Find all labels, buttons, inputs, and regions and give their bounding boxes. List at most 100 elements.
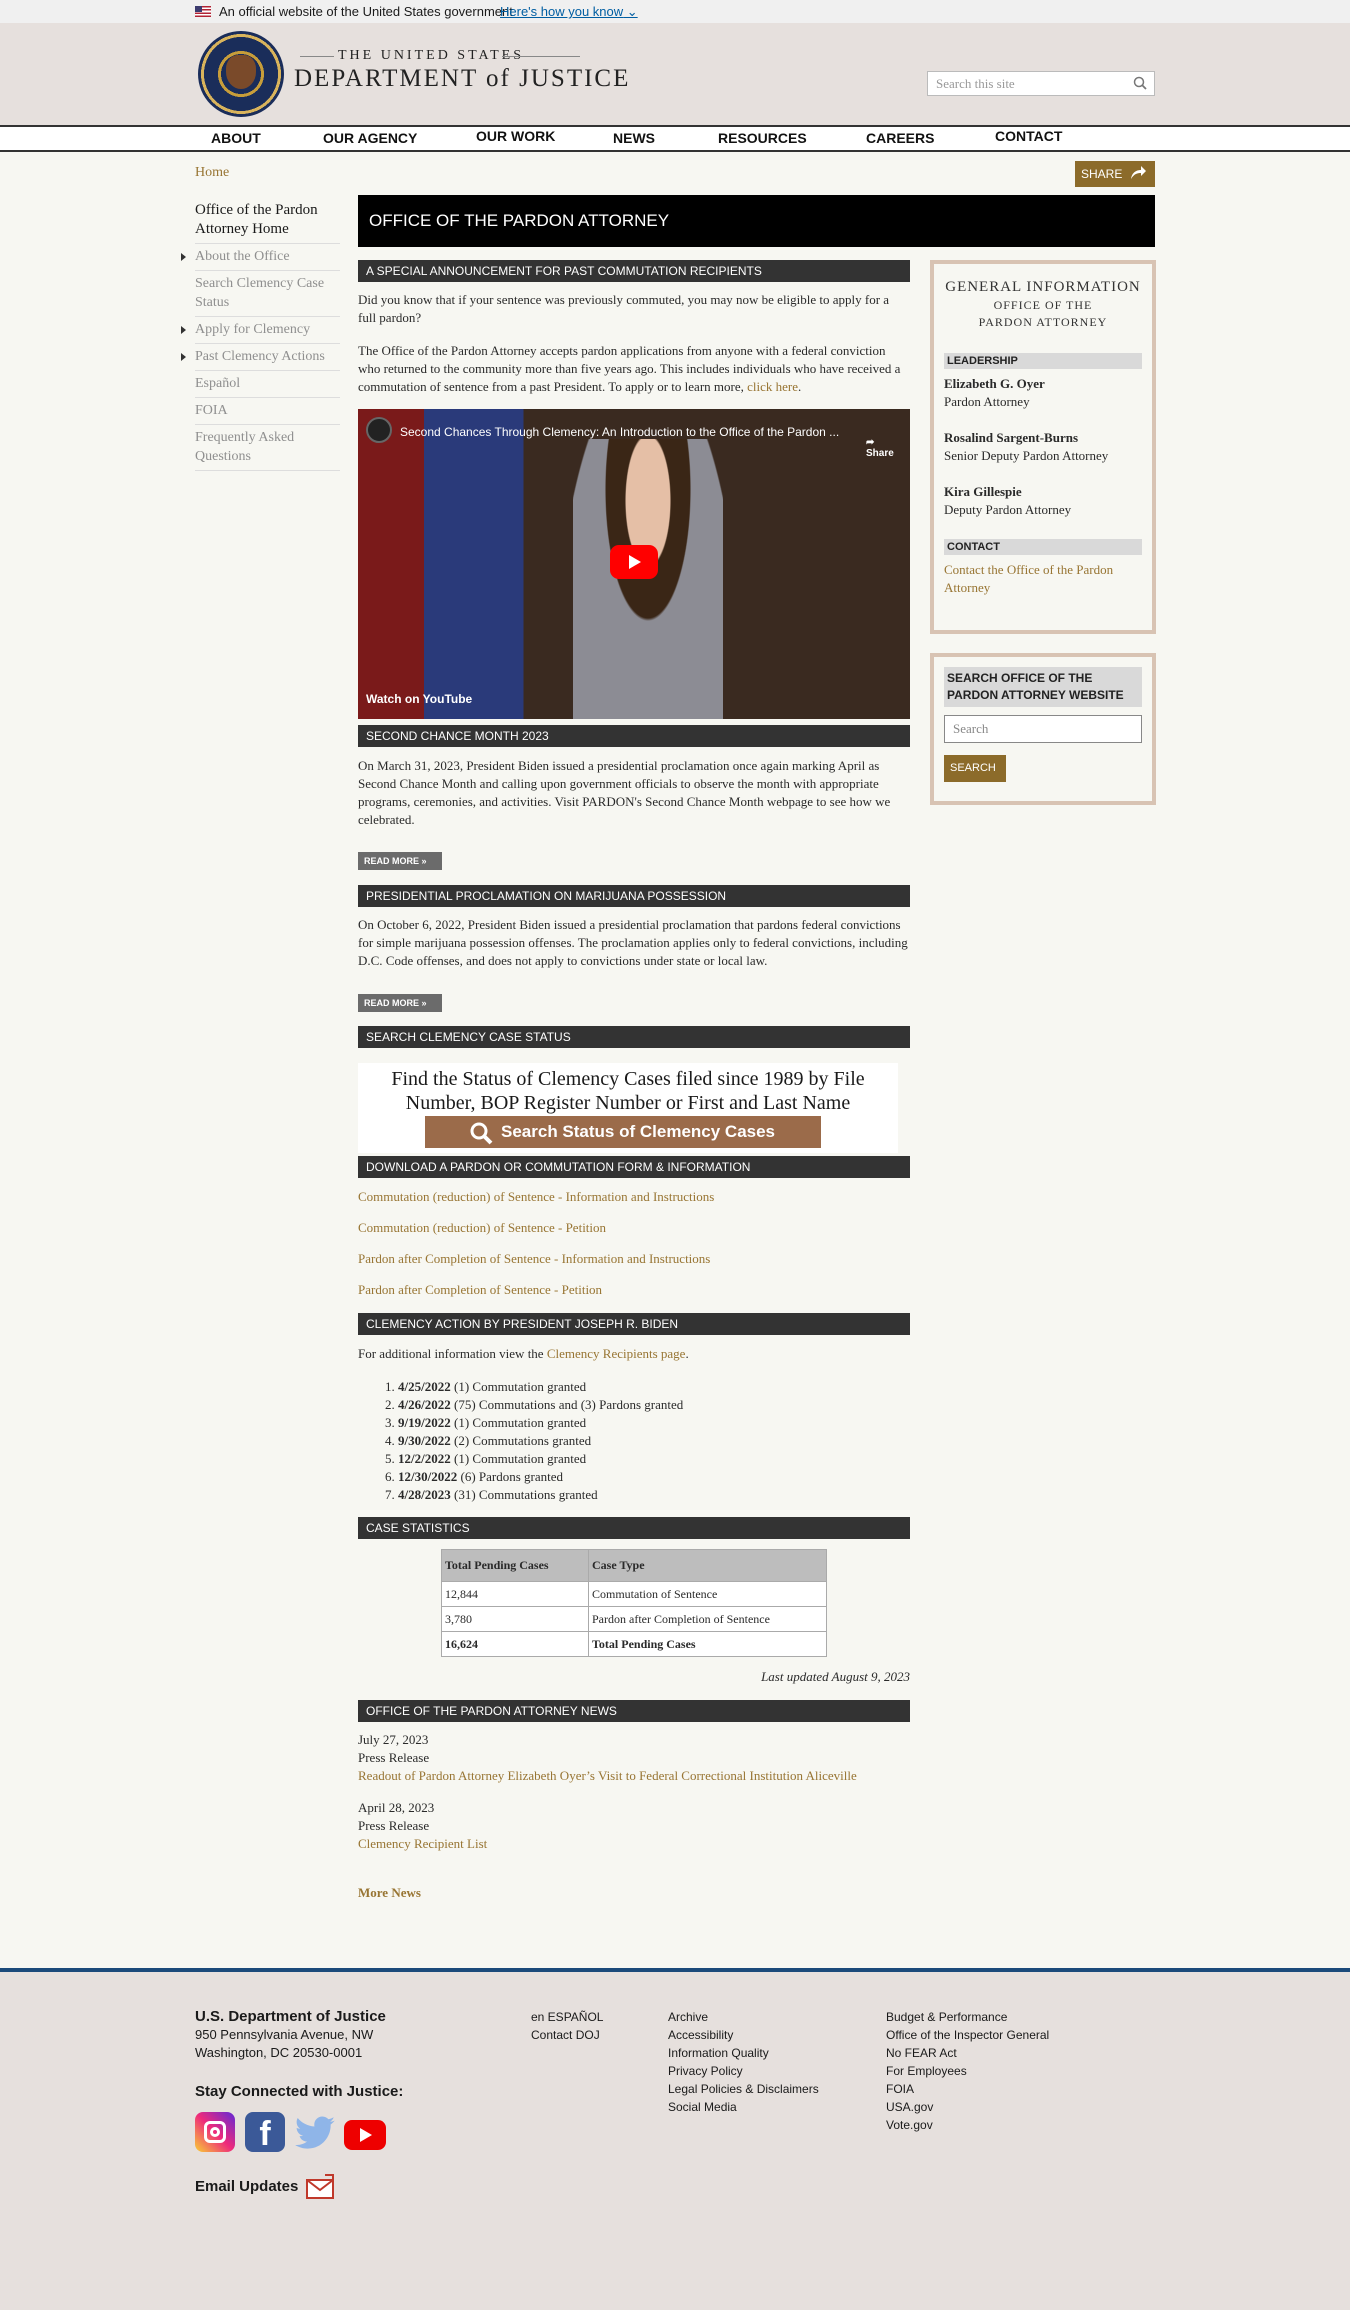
- clemency-search-banner[interactable]: Find the Status of Clemency Cases filed …: [358, 1063, 898, 1153]
- twitter-icon[interactable]: [293, 2116, 337, 2152]
- read-more-button[interactable]: READ MORE »: [358, 852, 442, 870]
- nav-news[interactable]: NEWS: [613, 130, 655, 146]
- contact-heading: CONTACT: [944, 539, 1142, 555]
- footer-link[interactable]: Office of the Inspector General: [886, 2026, 1049, 2044]
- footer-org: U.S. Department of Justice: [195, 2008, 386, 2025]
- video-title[interactable]: Second Chances Through Clemency: An Intr…: [400, 425, 839, 439]
- left-sidebar-nav: Office of the Pardon Attorney Home About…: [181, 198, 340, 471]
- footer-link[interactable]: Accessibility: [668, 2026, 819, 2044]
- site-search-input[interactable]: Search this site: [927, 71, 1155, 96]
- facebook-icon[interactable]: f: [245, 2112, 285, 2153]
- nav-about[interactable]: ABOUT: [211, 130, 261, 146]
- nav-contact[interactable]: CONTACT: [995, 128, 1062, 144]
- footer-link[interactable]: Legal Policies & Disclaimers: [668, 2080, 819, 2098]
- news-title-link[interactable]: Readout of Pardon Attorney Elizabeth Oye…: [358, 1768, 857, 1783]
- form-link[interactable]: Pardon after Completion of Sentence - Pe…: [358, 1282, 602, 1298]
- sidebar-item-past-actions[interactable]: Past Clemency Actions: [181, 344, 340, 371]
- breadcrumb-home[interactable]: Home: [195, 165, 229, 181]
- footer-link[interactable]: Vote.gov: [886, 2116, 1049, 2134]
- footer-link[interactable]: Privacy Policy: [668, 2062, 819, 2080]
- email-icon[interactable]: [305, 2174, 335, 2202]
- instagram-icon[interactable]: [195, 2112, 235, 2152]
- page-title: OFFICE OF THE PARDON ATTORNEY: [358, 195, 1155, 247]
- section-heading-news: OFFICE OF THE PARDON ATTORNEY NEWS: [358, 1700, 910, 1722]
- nav-our-work[interactable]: OUR WORK: [476, 128, 555, 144]
- clemency-search-banner-text: Find the Status of Clemency Cases filed …: [391, 1068, 865, 1114]
- footer-link[interactable]: Archive: [668, 2008, 819, 2026]
- case-statistics-table: Total Pending Cases Case Type 12,844 Commu…: [441, 1549, 827, 1657]
- play-button-icon[interactable]: [610, 545, 658, 579]
- more-news-link[interactable]: More News: [358, 1884, 910, 1902]
- form-link[interactable]: Commutation (reduction) of Sentence - Pe…: [358, 1220, 606, 1236]
- table-cell: Pardon after Completion of Sentence: [588, 1606, 827, 1632]
- form-link[interactable]: Pardon after Completion of Sentence - In…: [358, 1251, 710, 1267]
- footer-link[interactable]: Budget & Performance: [886, 2008, 1049, 2026]
- clemency-action-list: 1. 4/25/2022 (1) Commutation granted 2. …: [385, 1378, 683, 1504]
- list-item: 1. 4/25/2022 (1) Commutation granted: [385, 1379, 587, 1394]
- footer-link[interactable]: USA.gov: [886, 2098, 1049, 2116]
- leader: Elizabeth G. Oyer Pardon Attorney: [944, 376, 1045, 409]
- footer-link[interactable]: For Employees: [886, 2062, 1049, 2080]
- sidebar-item-foia[interactable]: FOIA: [195, 398, 340, 425]
- form-link[interactable]: Commutation (reduction) of Sentence - In…: [358, 1189, 714, 1205]
- section-heading-biden: CLEMENCY ACTION BY PRESIDENT JOSEPH R. B…: [358, 1313, 910, 1335]
- channel-logo-icon[interactable]: [366, 417, 392, 443]
- sidebar-search-input[interactable]: Search: [944, 715, 1142, 743]
- col-header: Total Pending Cases: [441, 1549, 589, 1582]
- click-here-link[interactable]: click here: [747, 379, 798, 394]
- footer-address: U.S. Department of Justice 950 Pennsylva…: [195, 2008, 386, 2062]
- sidebar-item-search-status[interactable]: Search Clemency Case Status: [195, 271, 340, 317]
- sidebar-search-button[interactable]: SEARCH: [944, 755, 1006, 782]
- doj-seal-logo[interactable]: [198, 31, 284, 117]
- stay-connected: Stay Connected with Justice:: [195, 2083, 404, 2100]
- list-item: 3. 9/19/2022 (1) Commutation granted: [385, 1415, 587, 1430]
- table-cell: 12,844: [441, 1581, 589, 1607]
- share-button[interactable]: SHARE: [1075, 161, 1155, 187]
- search-icon[interactable]: [1133, 76, 1147, 90]
- announcement-text-2: The Office of the Pardon Attorney accept…: [358, 343, 901, 394]
- second-chance-text: On March 31, 2023, President Biden issue…: [358, 758, 891, 827]
- nav-our-agency[interactable]: OUR AGENCY: [323, 130, 417, 146]
- list-item: 6. 12/30/2022 (6) Pardons granted: [385, 1469, 564, 1484]
- youtube-video[interactable]: Second Chances Through Clemency: An Intr…: [358, 409, 910, 719]
- heres-how-you-know-link[interactable]: Here's how you know ⌄: [500, 4, 638, 20]
- clemency-recipients-link[interactable]: Clemency Recipients page: [547, 1346, 686, 1361]
- video-share-button[interactable]: ➦ Share: [866, 437, 894, 459]
- news-item: July 27, 2023 Press Release Readout of P…: [358, 1731, 910, 1785]
- main-nav: ABOUT OUR AGENCY OUR WORK NEWS RESOURCES…: [0, 125, 1350, 152]
- gi-subtitle: OFFICE OF THE: [993, 298, 1093, 312]
- sidebar-item-apply[interactable]: Apply for Clemency: [181, 317, 340, 344]
- sidebar-item-faq[interactable]: Frequently Asked Questions: [195, 425, 340, 471]
- sidebar-item-about[interactable]: About the Office: [181, 244, 340, 271]
- logo-rule: [502, 56, 580, 57]
- section-heading-forms: DOWNLOAD A PARDON OR COMMUTATION FORM & …: [358, 1156, 910, 1178]
- table-cell: 3,780: [441, 1606, 589, 1632]
- email-updates-link[interactable]: Email Updates: [195, 2178, 298, 2195]
- watch-on-youtube-link[interactable]: Watch on YouTube: [366, 692, 472, 706]
- youtube-icon[interactable]: [344, 2120, 386, 2150]
- read-more-button[interactable]: READ MORE »: [358, 994, 442, 1012]
- sidebar-item-home[interactable]: Office of the Pardon Attorney Home: [195, 198, 340, 244]
- news-title-link[interactable]: Clemency Recipient List: [358, 1836, 487, 1851]
- footer-addr: Washington, DC 20530-0001: [195, 2045, 363, 2060]
- nav-careers[interactable]: CAREERS: [866, 130, 934, 146]
- gov-banner-text: An official website of the United States…: [219, 4, 513, 19]
- footer-link[interactable]: en ESPAÑOL: [531, 2008, 603, 2026]
- footer-link[interactable]: Social Media: [668, 2098, 819, 2116]
- table-cell: Total Pending Cases: [588, 1631, 827, 1657]
- nav-resources[interactable]: RESOURCES: [718, 130, 807, 146]
- sidebar-item-espanol[interactable]: Español: [195, 371, 340, 398]
- logo-line1: THE UNITED STATES: [338, 48, 524, 63]
- news-type: Press Release: [358, 1750, 430, 1765]
- gi-title: GENERAL INFORMATION: [945, 279, 1141, 295]
- logo-line2[interactable]: DEPARTMENT of JUSTICE: [294, 65, 630, 93]
- search-status-button[interactable]: Search Status of Clemency Cases: [425, 1116, 821, 1148]
- caret-right-icon: [181, 353, 186, 361]
- video-thumbnail: [573, 439, 723, 719]
- footer-link[interactable]: Information Quality: [668, 2044, 819, 2062]
- contact-link[interactable]: Contact the Office of the Pardon Attorne…: [944, 561, 1142, 597]
- footer-link[interactable]: No FEAR Act: [886, 2044, 1049, 2062]
- share-arrow-icon: [1131, 166, 1146, 179]
- footer-link[interactable]: Contact DOJ: [531, 2026, 603, 2044]
- footer-link[interactable]: FOIA: [886, 2080, 1049, 2098]
